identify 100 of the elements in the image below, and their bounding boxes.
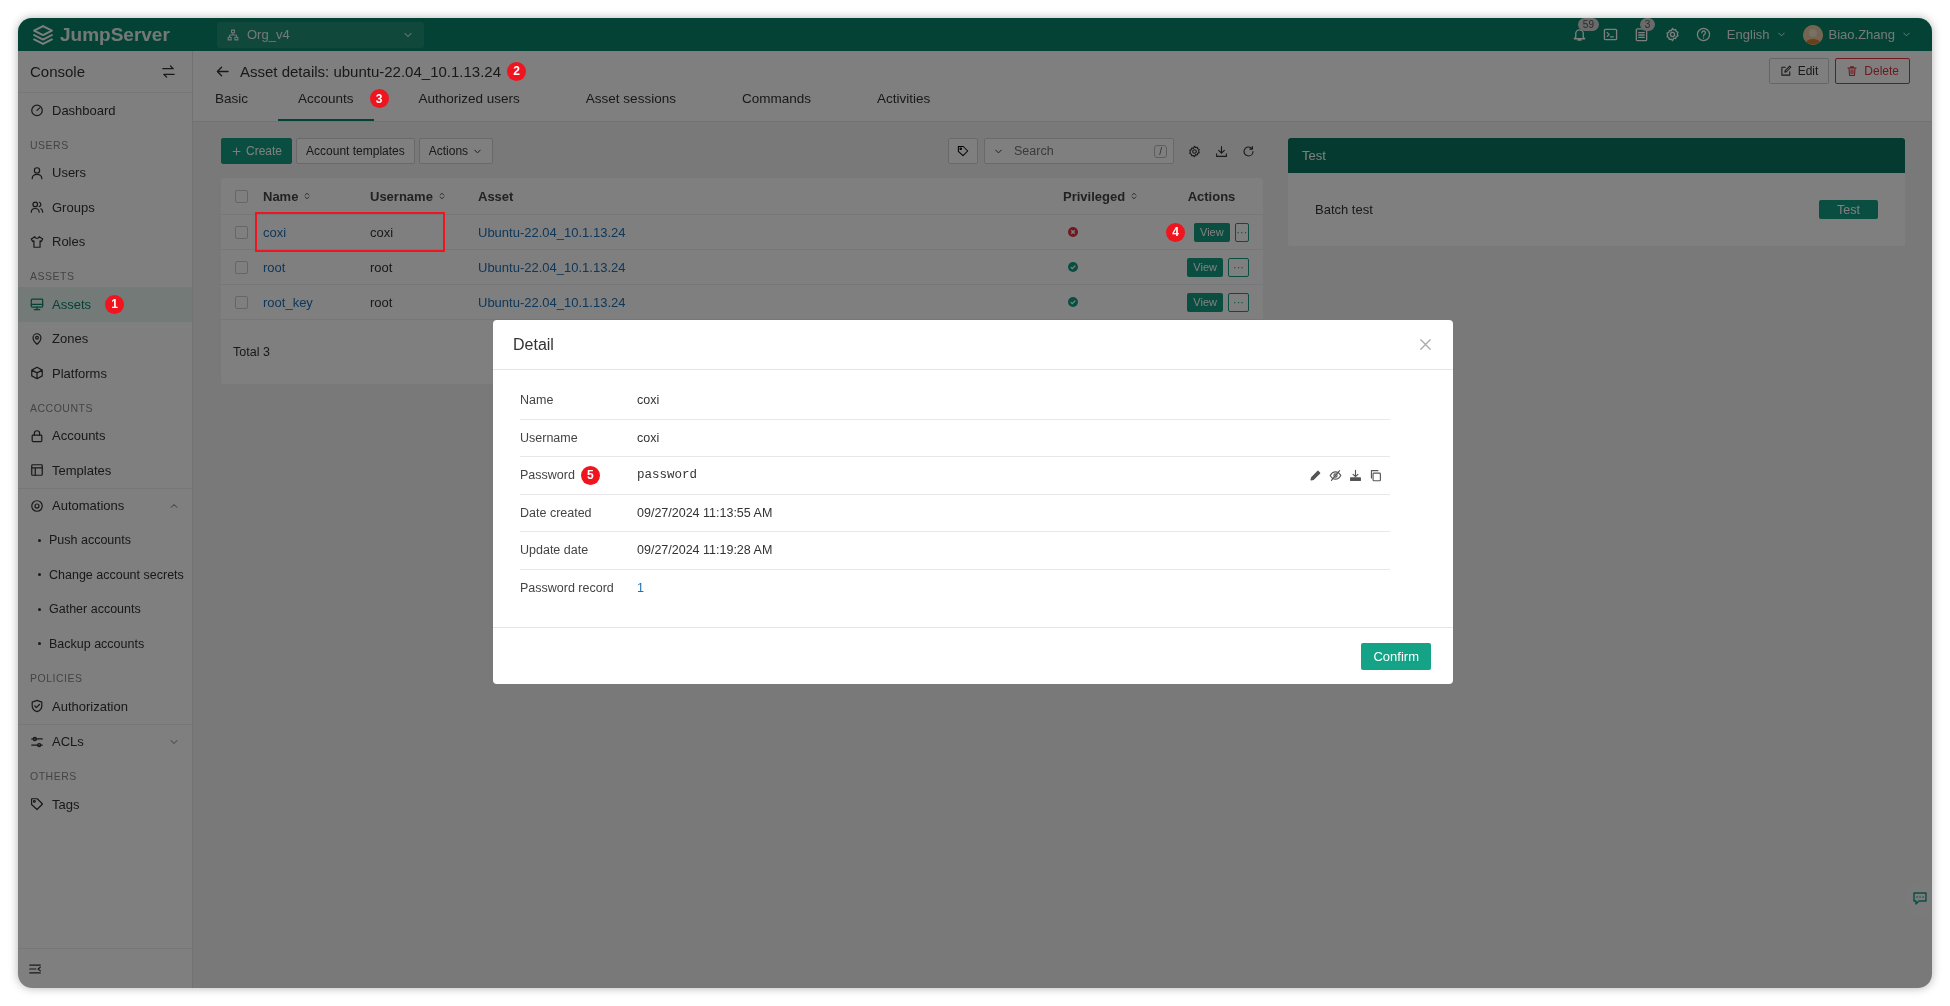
delete-button[interactable]: Delete: [1835, 58, 1910, 84]
view-button[interactable]: View: [1187, 257, 1223, 277]
section-heading: OTHERS: [29, 769, 78, 784]
password-record-link[interactable]: 1: [637, 581, 644, 596]
sidebar-item[interactable]: Assets 1: [18, 287, 192, 322]
tab[interactable]: Asset sessions: [565, 91, 696, 121]
more-button[interactable]: ···: [1228, 257, 1249, 277]
sidebar-item[interactable]: Dashboard: [18, 93, 192, 128]
table-cell: coxi: [370, 224, 394, 240]
tab[interactable]: Commands: [721, 91, 831, 121]
field-label: Name: [520, 393, 554, 408]
actions-dropdown[interactable]: Actions: [418, 138, 494, 164]
step-number: 2: [507, 61, 527, 81]
lock-icon: [30, 428, 44, 443]
bell-icon: [1571, 27, 1587, 42]
sidebar-item[interactable]: Zones: [18, 321, 192, 356]
eye-slash-icon: [1329, 468, 1342, 482]
view-button[interactable]: View: [1194, 222, 1230, 242]
sidebar-subitem[interactable]: Change account secrets: [18, 557, 192, 592]
help-icon: [1695, 27, 1711, 42]
field-label: Date created: [520, 505, 592, 520]
user-icon: [30, 165, 44, 180]
card-title: Test: [1302, 148, 1326, 163]
language-select[interactable]: English: [1726, 27, 1787, 42]
sidebar-item[interactable]: Platforms: [18, 356, 192, 391]
tab[interactable]: Activities: [856, 91, 951, 121]
field-label: Update date: [520, 543, 589, 558]
sidebar-subitem[interactable]: Gather accounts: [18, 592, 192, 627]
more-button[interactable]: ···: [1234, 222, 1249, 242]
column-header: Username: [370, 188, 433, 204]
field-label: Password record: [520, 581, 614, 596]
avatar: [1802, 24, 1823, 45]
templates-button[interactable]: Account templates: [296, 138, 415, 164]
trash-icon: [1846, 65, 1859, 77]
account-link[interactable]: root_key: [263, 294, 313, 310]
settings-icon: [1188, 144, 1201, 158]
view-button[interactable]: View: [1187, 292, 1223, 312]
close-icon: [1418, 337, 1433, 352]
sidebar-subitem[interactable]: Backup accounts: [18, 626, 192, 661]
sidebar-title: Console: [30, 63, 86, 80]
sidebar-item[interactable]: Accounts: [18, 418, 192, 453]
asset-link[interactable]: Ubuntu-22.04_10.1.13.24: [478, 224, 626, 240]
checkbox[interactable]: [235, 225, 248, 239]
tab[interactable]: Basic: [215, 91, 268, 121]
pencil-icon: [1309, 468, 1322, 482]
checkbox[interactable]: [235, 295, 248, 309]
section-heading: ACCOUNTS: [29, 400, 94, 416]
account-link[interactable]: coxi: [263, 224, 287, 240]
field-value: coxi: [637, 393, 660, 408]
tag-icon: [957, 145, 969, 157]
target-icon: [30, 498, 44, 513]
sidebar-item[interactable]: Groups: [18, 190, 192, 225]
asset-link[interactable]: Ubuntu-22.04_10.1.13.24: [478, 259, 626, 275]
task-count: 3: [1639, 18, 1656, 31]
account-link[interactable]: root: [263, 259, 286, 275]
user-menu[interactable]: Biao.Zhang: [1802, 24, 1912, 45]
check-circle-icon: [1068, 297, 1078, 307]
field-value: coxi: [637, 430, 660, 445]
users-icon: [30, 200, 44, 215]
test-button[interactable]: Test: [1819, 200, 1878, 219]
tab[interactable]: Authorized users: [398, 91, 540, 121]
check-circle-icon: [1068, 262, 1078, 272]
sidebar-subitem[interactable]: Push accounts: [18, 523, 192, 558]
field-value: 09/27/2024 11:13:55 AM: [637, 505, 773, 520]
table-cell: root: [370, 259, 393, 275]
layout-icon: [30, 463, 44, 478]
tag-icon: [30, 797, 44, 812]
sidebar-item[interactable]: Automations: [18, 488, 192, 523]
sidebar-item[interactable]: Roles: [18, 224, 192, 259]
confirm-button[interactable]: Confirm: [1361, 642, 1431, 670]
create-button[interactable]: Create: [221, 138, 293, 164]
edit-button[interactable]: Edit: [1768, 58, 1830, 84]
password-value: password: [637, 468, 697, 483]
search-box[interactable]: Search /: [984, 138, 1174, 164]
sliders-icon: [30, 734, 44, 749]
sidebar-item[interactable]: Tags: [18, 787, 192, 822]
terminal-icon: [1602, 27, 1618, 42]
step-number: 5: [580, 465, 600, 485]
checkbox[interactable]: [235, 189, 248, 203]
edit-icon: [1779, 65, 1792, 77]
page-title: Asset details: ubuntu-22.04_10.1.13.24: [240, 62, 502, 80]
total-count: Total 3: [233, 345, 270, 359]
sidebar-item[interactable]: Authorization: [18, 689, 192, 724]
refresh-icon: [1242, 144, 1255, 158]
cube-icon: [30, 366, 44, 381]
logo-text: JumpServer: [60, 23, 170, 46]
asset-link[interactable]: Ubuntu-22.04_10.1.13.24: [478, 294, 626, 310]
swap-icon: [161, 64, 176, 79]
sitemap-icon: [227, 28, 239, 41]
sidebar-item[interactable]: ACLs: [18, 724, 192, 759]
table-cell: root: [370, 294, 393, 310]
step-number: 3: [369, 89, 389, 108]
copy-icon: [1369, 468, 1382, 482]
search-field[interactable]: Search: [1012, 143, 1147, 159]
column-header: Asset: [478, 188, 514, 204]
tag-filter-button[interactable]: [948, 138, 978, 164]
sidebar-item[interactable]: Templates: [18, 453, 192, 488]
sidebar-item[interactable]: Users: [18, 155, 192, 190]
more-button[interactable]: ···: [1228, 292, 1249, 312]
checkbox[interactable]: [235, 260, 248, 274]
